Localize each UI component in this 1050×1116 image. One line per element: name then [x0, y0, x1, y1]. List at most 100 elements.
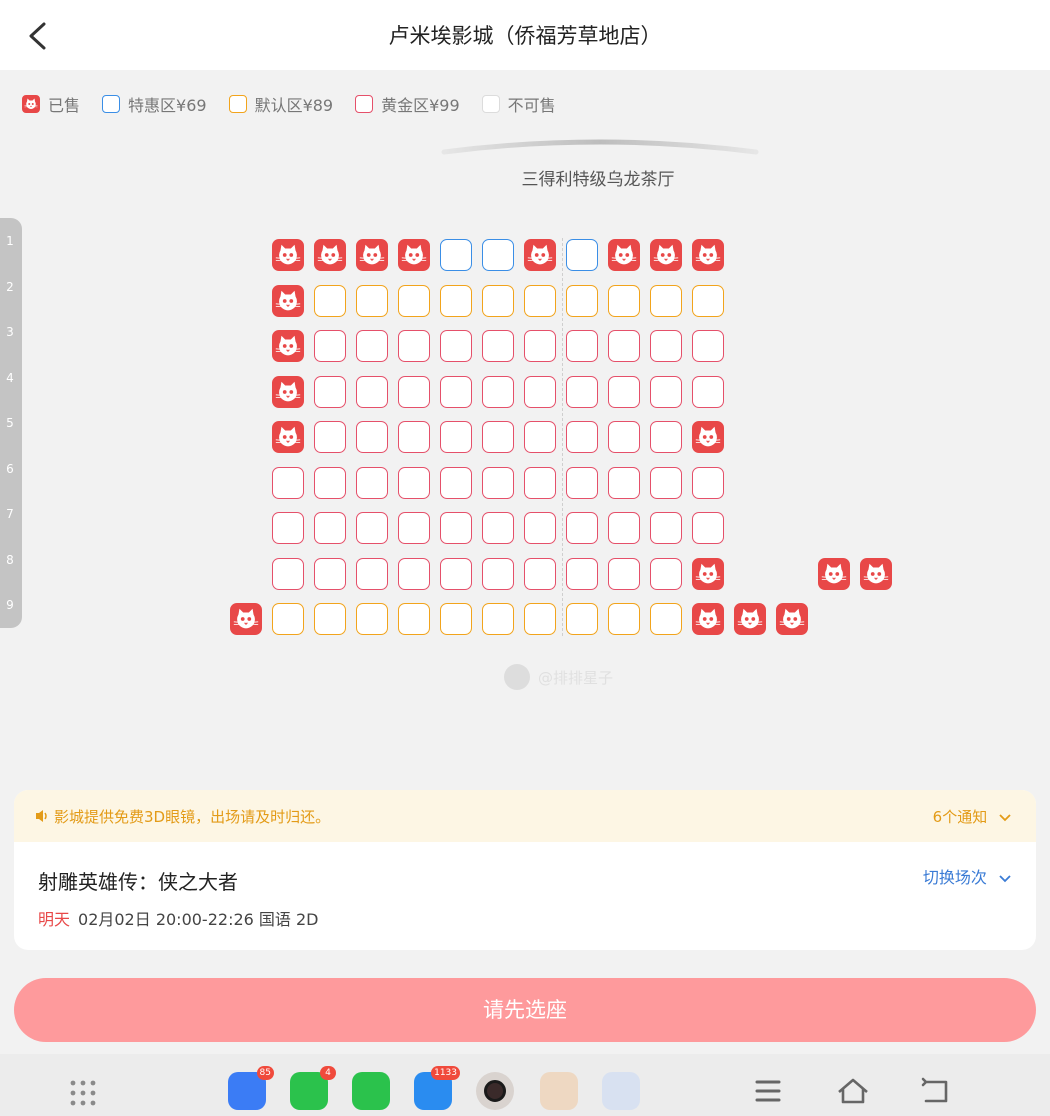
cat-face-icon [359, 244, 385, 265]
app-drawer-icon[interactable] [68, 1078, 98, 1108]
seat-r3-c2[interactable] [314, 330, 346, 362]
seat-r8-c9[interactable] [608, 557, 640, 590]
seat-r2-c7[interactable] [524, 284, 556, 317]
seat-r7-c10[interactable] [650, 512, 682, 544]
seat-r4-c11[interactable] [692, 375, 724, 408]
seat-r5-c3[interactable] [356, 421, 388, 453]
home-icon[interactable] [836, 1076, 870, 1106]
seat-r8-c5[interactable] [440, 557, 472, 590]
notice-bar[interactable]: 影城提供免费3D眼镜，出场请及时归还。 6个通知 [14, 790, 1036, 842]
camera-app-icon[interactable] [476, 1072, 514, 1110]
seat-r5-c6[interactable] [482, 421, 514, 453]
seat-r8-c8[interactable] [566, 557, 598, 590]
seat-r9-c5[interactable] [440, 603, 472, 635]
seat-r9-c1[interactable] [272, 603, 304, 635]
seat-r4-c3[interactable] [356, 375, 388, 408]
seat-r3-c11[interactable] [692, 330, 724, 362]
seat-r5-c4[interactable] [398, 421, 430, 453]
back-nav-icon[interactable] [920, 1076, 952, 1106]
select-seat-first-button[interactable]: 请先选座 [14, 978, 1036, 1042]
seat-r1-c6[interactable] [482, 239, 514, 271]
seat-r9-c4[interactable] [398, 603, 430, 635]
seat-r9-c3[interactable] [356, 603, 388, 635]
seat-r7-c6[interactable] [482, 512, 514, 544]
seat-r7-c9[interactable] [608, 512, 640, 544]
seat-r5-c10[interactable] [650, 421, 682, 453]
seat-r2-c10[interactable] [650, 284, 682, 317]
seat-r9-c6[interactable] [482, 603, 514, 635]
seat-r6-c4[interactable] [398, 466, 430, 499]
messages-app-icon[interactable]: 1133 [414, 1066, 460, 1110]
seat-r6-c11[interactable] [692, 466, 724, 499]
seat-r2-c11[interactable] [692, 284, 724, 317]
seat-r8-c10[interactable] [650, 557, 682, 590]
phone-app-icon[interactable] [352, 1072, 390, 1110]
seat-r9-c9[interactable] [608, 603, 640, 635]
seat-r8-c6[interactable] [482, 557, 514, 590]
seat-r4-c6[interactable] [482, 375, 514, 408]
seat-r6-c7[interactable] [524, 466, 556, 499]
seat-r6-c3[interactable] [356, 466, 388, 499]
seat-r7-c2[interactable] [314, 512, 346, 544]
seat-r1-c5[interactable] [440, 239, 472, 271]
seat-r2-c3[interactable] [356, 284, 388, 317]
seat-r8-c7[interactable] [524, 557, 556, 590]
seat-r5-c9[interactable] [608, 421, 640, 453]
seat-r6-c1[interactable] [272, 466, 304, 499]
seat-r6-c6[interactable] [482, 466, 514, 499]
seat-r7-c8[interactable] [566, 512, 598, 544]
seat-r3-c8[interactable] [566, 330, 598, 362]
seat-r5-c7[interactable] [524, 421, 556, 453]
seat-r3-c7[interactable] [524, 330, 556, 362]
seat-r9-c7[interactable] [524, 603, 556, 635]
seat-r6-c5[interactable] [440, 466, 472, 499]
seat-r3-c6[interactable] [482, 330, 514, 362]
menu-icon[interactable] [754, 1078, 782, 1104]
seat-r8-c4[interactable] [398, 557, 430, 590]
seat-r7-c11[interactable] [692, 512, 724, 544]
weibo-app-icon[interactable] [540, 1072, 578, 1110]
switch-session-button[interactable]: 切换场次 [923, 864, 1012, 888]
seat-r3-c5[interactable] [440, 330, 472, 362]
seat-r2-c4[interactable] [398, 284, 430, 317]
seat-r2-c6[interactable] [482, 284, 514, 317]
seat-r3-c10[interactable] [650, 330, 682, 362]
seat-r3-c9[interactable] [608, 330, 640, 362]
seat-r6-c8[interactable] [566, 466, 598, 499]
seat-r8-c1[interactable] [272, 557, 304, 590]
seat-r2-c9[interactable] [608, 284, 640, 317]
seat-r4-c10[interactable] [650, 375, 682, 408]
seat-r4-c7[interactable] [524, 375, 556, 408]
seat-r7-c3[interactable] [356, 512, 388, 544]
notice-count-toggle[interactable]: 6个通知 [933, 806, 1012, 827]
wechat-app-icon[interactable]: 4 [290, 1066, 336, 1110]
seat-r3-c3[interactable] [356, 330, 388, 362]
seat-r4-c2[interactable] [314, 375, 346, 408]
seat-r5-c5[interactable] [440, 421, 472, 453]
seat-r8-c3[interactable] [356, 557, 388, 590]
seat-r7-c4[interactable] [398, 512, 430, 544]
seat-r9-c2[interactable] [314, 603, 346, 635]
seat-r3-c4[interactable] [398, 330, 430, 362]
seat-r5-c8[interactable] [566, 421, 598, 453]
seat-r1-c8[interactable] [566, 239, 598, 271]
seat-r6-c2[interactable] [314, 466, 346, 499]
seat-r7-c5[interactable] [440, 512, 472, 544]
seat-r4-c9[interactable] [608, 375, 640, 408]
seat-r8-c2[interactable] [314, 557, 346, 590]
seat-r2-c8[interactable] [566, 284, 598, 317]
seat-r7-c1[interactable] [272, 512, 304, 544]
seat-r5-c2[interactable] [314, 421, 346, 453]
seat-r9-c10[interactable] [650, 603, 682, 635]
seat-r4-c5[interactable] [440, 375, 472, 408]
seat-r6-c9[interactable] [608, 466, 640, 499]
seat-r2-c5[interactable] [440, 284, 472, 317]
baidu-app-icon[interactable] [602, 1072, 640, 1110]
seat-r9-c8[interactable] [566, 603, 598, 635]
seat-r2-c2[interactable] [314, 284, 346, 317]
feishu-app-icon[interactable]: 85 [228, 1066, 274, 1110]
seat-r7-c7[interactable] [524, 512, 556, 544]
seat-r4-c4[interactable] [398, 375, 430, 408]
seat-r6-c10[interactable] [650, 466, 682, 499]
seat-r4-c8[interactable] [566, 375, 598, 408]
